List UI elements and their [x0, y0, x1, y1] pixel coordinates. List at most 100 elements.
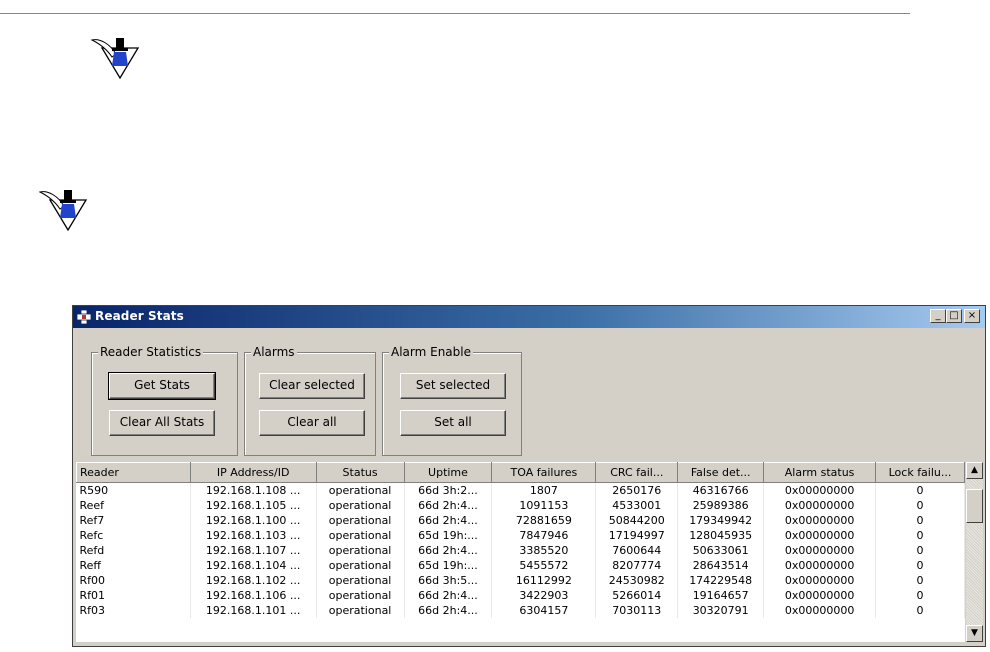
column-header-ip-address[interactable]: IP Address/ID [189, 462, 317, 483]
cell-uptime: 65d 19h:... [404, 558, 493, 573]
column-header-toa-failures[interactable]: TOA failures [491, 462, 597, 483]
cell-alarm-status: 0x00000000 [763, 588, 877, 603]
table-row[interactable]: Refc 192.168.1.103 ... operational 65d 19h:… [76, 528, 965, 543]
cell-toa-failures: 72881659 [491, 513, 597, 528]
cell-status: operational [316, 498, 405, 513]
column-header-false-detections[interactable]: False det... [677, 462, 765, 483]
cell-crc-failures: 50844200 [595, 513, 679, 528]
cell-crc-failures: 24530982 [595, 573, 679, 588]
column-header-status[interactable]: Status [315, 462, 405, 483]
cell-false-detections: 179349942 [677, 513, 765, 528]
vertical-scrollbar[interactable]: ▲ ▼ [966, 462, 983, 642]
cell-reader: Reef [76, 498, 191, 513]
cell-uptime: 66d 3h:2... [404, 482, 493, 498]
set-selected-button[interactable]: Set selected [400, 373, 506, 399]
cell-crc-failures: 8207774 [595, 558, 679, 573]
group-alarms: Alarms Clear selected Clear all [244, 345, 376, 456]
cell-crc-failures: 17194997 [595, 528, 679, 543]
cell-status: operational [316, 558, 405, 573]
cell-status: operational [316, 588, 405, 603]
column-header-alarm-status[interactable]: Alarm status [763, 462, 877, 483]
cell-reader: Reff [76, 558, 191, 573]
cell-false-detections: 174229548 [677, 573, 765, 588]
get-stats-button[interactable]: Get Stats [108, 372, 216, 400]
column-header-reader[interactable]: Reader [76, 462, 191, 483]
table-row[interactable]: R590 192.168.1.108 ... operational 66d 3h:2… [76, 482, 965, 498]
column-header-crc-failures[interactable]: CRC fail... [595, 462, 679, 483]
cell-uptime: 65d 19h:... [404, 528, 493, 543]
cell-uptime: 66d 3h:5... [404, 573, 493, 588]
cell-false-detections: 30320791 [677, 603, 765, 618]
cell-toa-failures: 6304157 [491, 603, 597, 618]
cell-status: operational [316, 513, 405, 528]
cell-alarm-status: 0x00000000 [763, 558, 877, 573]
cell-false-detections: 19164657 [677, 588, 765, 603]
scroll-down-button[interactable]: ▼ [966, 625, 983, 642]
set-all-button[interactable]: Set all [400, 410, 506, 436]
cell-lock-failures: 0 [875, 558, 965, 573]
minimize-icon: _ [935, 310, 941, 321]
cell-toa-failures: 7847946 [491, 528, 597, 543]
table-body: R590 192.168.1.108 ... operational 66d 3h:2… [76, 482, 965, 618]
minimize-button[interactable]: _ [930, 309, 946, 323]
cell-ip-address: 192.168.1.108 ... [190, 482, 317, 498]
cell-status: operational [316, 482, 405, 498]
group-label-alarm-enable: Alarm Enable [389, 345, 473, 359]
cell-reader: Ref7 [76, 513, 191, 528]
top-rule [0, 13, 910, 14]
scrollbar-thumb[interactable] [966, 489, 983, 523]
reader-stats-window: Reader Stats _ □ × Reader Statistics Get… [72, 305, 986, 647]
cell-lock-failures: 0 [875, 573, 965, 588]
table-row[interactable]: Ref7 192.168.1.100 ... operational 66d 2h:4… [76, 513, 965, 528]
cell-ip-address: 192.168.1.101 ... [190, 603, 317, 618]
cell-toa-failures: 3422903 [491, 588, 597, 603]
cell-ip-address: 192.168.1.104 ... [190, 558, 317, 573]
cell-reader: Rf01 [76, 588, 191, 603]
arrow-down-icon: ▼ [971, 628, 978, 638]
cell-lock-failures: 0 [875, 588, 965, 603]
reader-stats-table-container: Reader IP Address/ID Status Uptime TOA f… [76, 462, 965, 642]
clear-all-button[interactable]: Clear all [259, 410, 365, 436]
column-header-lock-failures[interactable]: Lock failu... [875, 462, 965, 483]
table-row[interactable]: Reff 192.168.1.104 ... operational 65d 19h:… [76, 558, 965, 573]
cell-alarm-status: 0x00000000 [763, 543, 877, 558]
cell-lock-failures: 0 [875, 603, 965, 618]
table-header-row: Reader IP Address/ID Status Uptime TOA f… [76, 462, 965, 483]
cell-crc-failures: 7600644 [595, 543, 679, 558]
cell-false-detections: 128045935 [677, 528, 765, 543]
table-row[interactable]: Rf00 192.168.1.102 ... operational 66d 3h:5… [76, 573, 965, 588]
maximize-button[interactable]: □ [946, 309, 962, 323]
cell-reader: Rf00 [76, 573, 191, 588]
cell-ip-address: 192.168.1.107 ... [190, 543, 317, 558]
table-row[interactable]: Refd 192.168.1.107 ... operational 66d 2h:4… [76, 543, 965, 558]
column-header-uptime[interactable]: Uptime [403, 462, 493, 483]
cell-lock-failures: 0 [875, 513, 965, 528]
window-title: Reader Stats [95, 309, 184, 323]
cell-status: operational [316, 528, 405, 543]
reader-stats-table: Reader IP Address/ID Status Uptime TOA f… [76, 462, 965, 618]
cell-toa-failures: 1091153 [491, 498, 597, 513]
table-row[interactable]: Reef 192.168.1.105 ... operational 66d 2h:4… [76, 498, 965, 513]
cell-alarm-status: 0x00000000 [763, 513, 877, 528]
cell-false-detections: 46316766 [677, 482, 765, 498]
cell-false-detections: 28643514 [677, 558, 765, 573]
clear-selected-button[interactable]: Clear selected [259, 373, 365, 399]
clear-all-stats-button[interactable]: Clear All Stats [109, 410, 215, 436]
cell-crc-failures: 2650176 [595, 482, 679, 498]
cell-reader: R590 [76, 482, 191, 498]
title-bar[interactable]: Reader Stats _ □ × [73, 306, 985, 328]
cell-ip-address: 192.168.1.103 ... [190, 528, 317, 543]
cell-alarm-status: 0x00000000 [763, 528, 877, 543]
table-row[interactable]: Rf01 192.168.1.106 ... operational 66d 2h:4… [76, 588, 965, 603]
scroll-up-button[interactable]: ▲ [966, 462, 983, 479]
group-label-alarms: Alarms [251, 345, 297, 359]
close-button[interactable]: × [964, 309, 980, 323]
arrow-up-icon: ▲ [971, 465, 978, 475]
cell-alarm-status: 0x00000000 [763, 482, 877, 498]
cell-lock-failures: 0 [875, 528, 965, 543]
cell-uptime: 66d 2h:4... [404, 513, 493, 528]
maximize-icon: □ [949, 310, 959, 321]
cell-status: operational [316, 603, 405, 618]
table-row[interactable]: Rf03 192.168.1.101 ... operational 66d 2h:4… [76, 603, 965, 618]
cell-toa-failures: 3385520 [491, 543, 597, 558]
